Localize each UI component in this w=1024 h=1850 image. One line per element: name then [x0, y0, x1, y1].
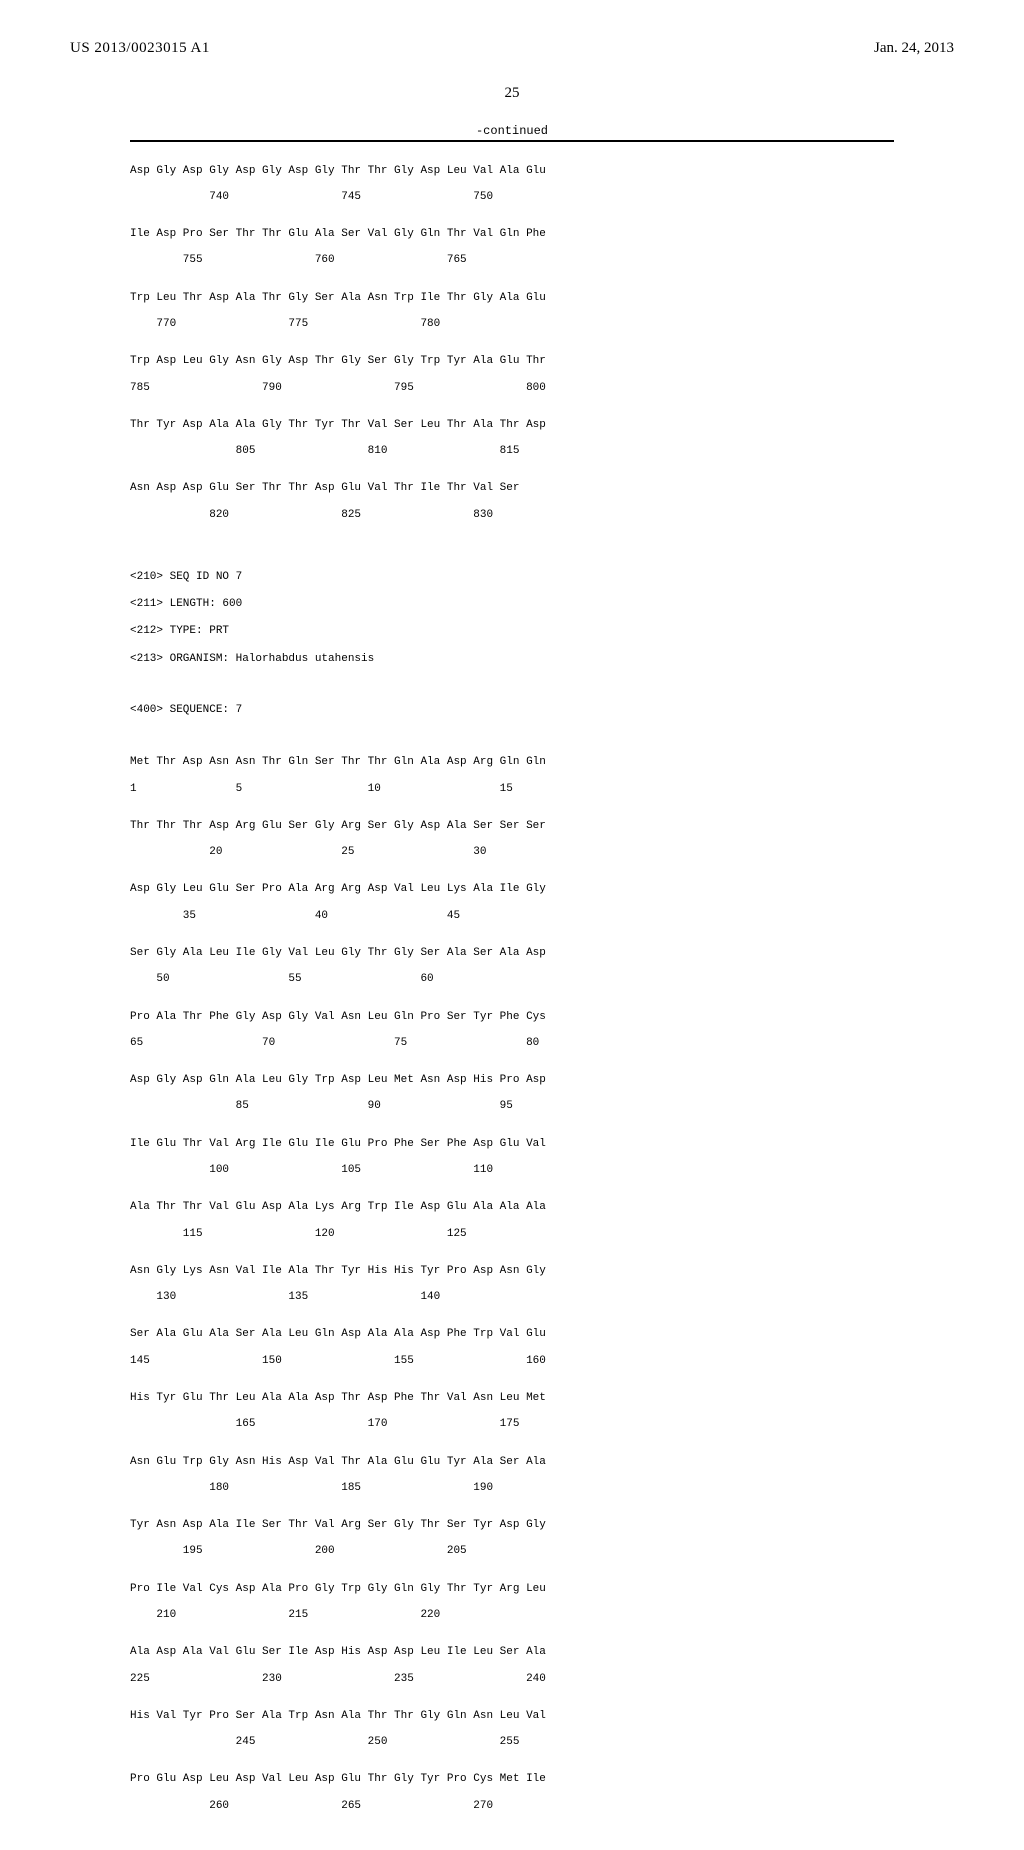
- seq-row: Tyr Asn Asp Ala Ile Ser Thr Val Arg Ser …: [130, 1519, 954, 1532]
- seq-num: 65 70 75 80: [130, 1037, 954, 1050]
- seq-row: Asn Gly Lys Asn Val Ile Ala Thr Tyr His …: [130, 1265, 954, 1278]
- seq-num: 130 135 140: [130, 1291, 954, 1304]
- seq-row: Asn Glu Trp Gly Asn His Asp Val Thr Ala …: [130, 1456, 954, 1469]
- seq-num: 100 105 110: [130, 1164, 954, 1177]
- seq-row: His Val Tyr Pro Ser Ala Trp Asn Ala Thr …: [130, 1710, 954, 1723]
- seq-num: 260 265 270: [130, 1800, 954, 1813]
- seq-row: Met Thr Asp Asn Asn Thr Gln Ser Thr Thr …: [130, 756, 954, 769]
- seq-num: 820 825 830: [130, 509, 954, 522]
- seq-num: 770 775 780: [130, 318, 954, 331]
- continued-label: -continued: [70, 124, 954, 138]
- seq-row: Pro Glu Asp Leu Asp Val Leu Asp Glu Thr …: [130, 1773, 954, 1786]
- seq-row: Asp Gly Asp Gln Ala Leu Gly Trp Asp Leu …: [130, 1074, 954, 1087]
- seq-row: Asp Gly Leu Glu Ser Pro Ala Arg Arg Asp …: [130, 883, 954, 896]
- divider: [130, 140, 894, 142]
- seq-num: 805 810 815: [130, 445, 954, 458]
- seq-row: Thr Thr Thr Asp Arg Glu Ser Gly Arg Ser …: [130, 820, 954, 833]
- seq-meta: <211> LENGTH: 600: [130, 598, 954, 611]
- seq-row: Ala Thr Thr Val Glu Asp Ala Lys Arg Trp …: [130, 1201, 954, 1214]
- seq-num: 145 150 155 160: [130, 1355, 954, 1368]
- seq-row: Ile Asp Pro Ser Thr Thr Glu Ala Ser Val …: [130, 228, 954, 241]
- seq-row: Thr Tyr Asp Ala Ala Gly Thr Tyr Thr Val …: [130, 419, 954, 432]
- seq-num: 1 5 10 15: [130, 783, 954, 796]
- seq-meta: <212> TYPE: PRT: [130, 625, 954, 638]
- sequence-listing: Asp Gly Asp Gly Asp Gly Asp Gly Thr Thr …: [130, 152, 954, 1850]
- seq-row: His Tyr Glu Thr Leu Ala Ala Asp Thr Asp …: [130, 1392, 954, 1405]
- seq-row: Pro Ile Val Cys Asp Ala Pro Gly Trp Gly …: [130, 1583, 954, 1596]
- seq-num: 35 40 45: [130, 910, 954, 923]
- seq-num: 755 760 765: [130, 254, 954, 267]
- seq-row: Asn Asp Asp Glu Ser Thr Thr Asp Glu Val …: [130, 482, 954, 495]
- page-header: US 2013/0023015 A1 Jan. 24, 2013: [70, 40, 954, 57]
- page-number: 25: [70, 85, 954, 102]
- seq-row: Pro Ala Thr Phe Gly Asp Gly Val Asn Leu …: [130, 1011, 954, 1024]
- seq-num: 85 90 95: [130, 1100, 954, 1113]
- seq-row: Asp Gly Asp Gly Asp Gly Asp Gly Thr Thr …: [130, 165, 954, 178]
- seq-row: Trp Asp Leu Gly Asn Gly Asp Thr Gly Ser …: [130, 355, 954, 368]
- seq-row: Ser Ala Glu Ala Ser Ala Leu Gln Asp Ala …: [130, 1328, 954, 1341]
- publication-date: Jan. 24, 2013: [874, 40, 954, 57]
- seq-num: 245 250 255: [130, 1736, 954, 1749]
- seq-row: Ala Asp Ala Val Glu Ser Ile Asp His Asp …: [130, 1646, 954, 1659]
- seq-row: Ile Glu Thr Val Arg Ile Glu Ile Glu Pro …: [130, 1138, 954, 1151]
- seq-num: 195 200 205: [130, 1545, 954, 1558]
- seq-num: 785 790 795 800: [130, 382, 954, 395]
- seq-num: 50 55 60: [130, 973, 954, 986]
- seq-num: 180 185 190: [130, 1482, 954, 1495]
- seq-meta: <400> SEQUENCE: 7: [130, 704, 954, 717]
- seq-row: Ser Gly Ala Leu Ile Gly Val Leu Gly Thr …: [130, 947, 954, 960]
- seq-num: 740 745 750: [130, 191, 954, 204]
- publication-number: US 2013/0023015 A1: [70, 40, 210, 57]
- seq-num: 225 230 235 240: [130, 1673, 954, 1686]
- seq-num: 210 215 220: [130, 1609, 954, 1622]
- seq-meta: <213> ORGANISM: Halorhabdus utahensis: [130, 653, 954, 666]
- seq-num: 115 120 125: [130, 1228, 954, 1241]
- seq-row: Trp Leu Thr Asp Ala Thr Gly Ser Ala Asn …: [130, 292, 954, 305]
- page: US 2013/0023015 A1 Jan. 24, 2013 25 -con…: [0, 0, 1024, 1320]
- seq-meta: <210> SEQ ID NO 7: [130, 571, 954, 584]
- seq-num: 165 170 175: [130, 1418, 954, 1431]
- seq-num: 20 25 30: [130, 846, 954, 859]
